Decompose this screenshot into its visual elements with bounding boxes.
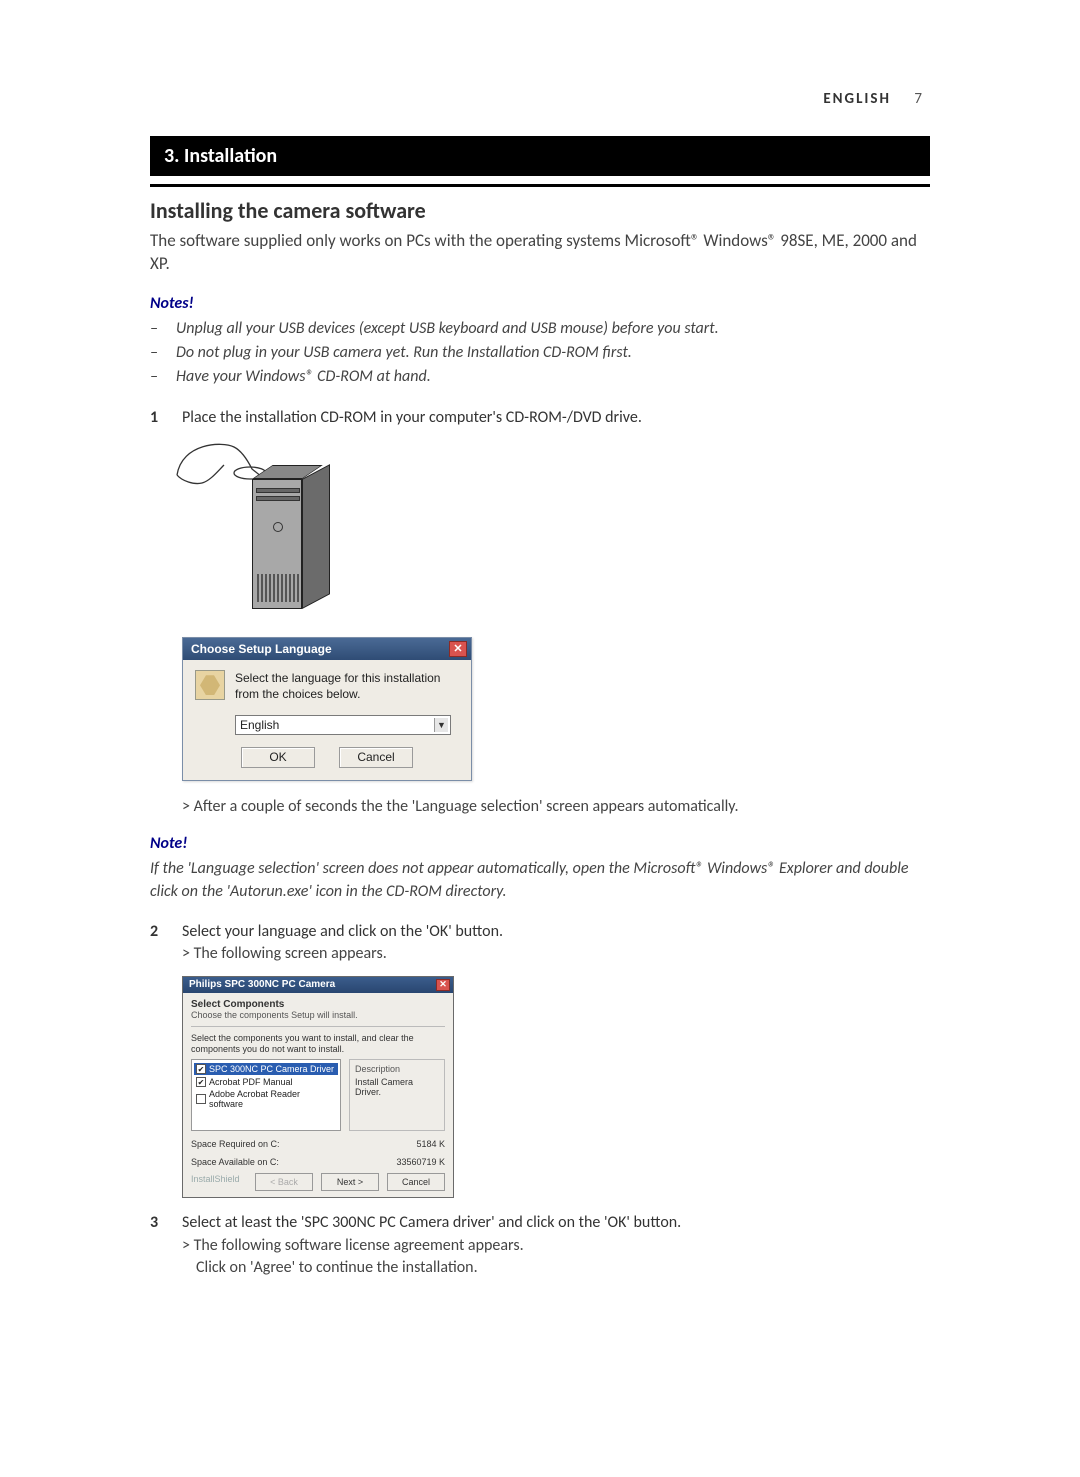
- choose-setup-language-dialog: Choose Setup Language ✕ Select the langu…: [182, 637, 472, 780]
- header-language: ENGLISH: [823, 90, 891, 108]
- space-required-row: Space Required on C: 5184 K: [191, 1139, 445, 1149]
- language-select-value: English: [240, 718, 279, 732]
- installshield-label: InstallShield: [191, 1174, 240, 1184]
- dialog-divider: [191, 1026, 445, 1027]
- close-icon[interactable]: ✕: [449, 641, 467, 657]
- step-1-result: > After a couple of seconds the the 'Lan…: [150, 797, 930, 816]
- step-text: Place the installation CD-ROM in your co…: [182, 407, 930, 429]
- page-header: ENGLISH 7: [150, 90, 930, 108]
- dialog-subtitle: Select Components: [191, 999, 445, 1010]
- section-title-bar: 3. Installation: [150, 136, 930, 176]
- figure-pc-tower: Choose Setup Language ✕ Select the langu…: [182, 439, 930, 780]
- dialog-title: Philips SPC 300NC PC Camera: [189, 979, 335, 990]
- description-label: Description: [355, 1064, 439, 1074]
- component-label: Acrobat PDF Manual: [209, 1077, 293, 1087]
- component-label: SPC 300NC PC Camera Driver: [209, 1064, 334, 1074]
- cancel-button[interactable]: Cancel: [339, 747, 413, 768]
- dialog-titlebar: Philips SPC 300NC PC Camera ✕: [183, 977, 453, 993]
- component-item[interactable]: ✔ SPC 300NC PC Camera Driver: [194, 1063, 338, 1075]
- note-heading: Note!: [150, 834, 930, 853]
- installer-globe-icon: [195, 670, 225, 700]
- dialog-message: Select the language for this installatio…: [235, 670, 459, 702]
- step-number: 2: [150, 922, 182, 941]
- step-text: Select your language and click on the 'O…: [182, 921, 930, 943]
- intro-paragraph: The software supplied only works on PCs …: [150, 230, 930, 276]
- checkbox-icon[interactable]: ✔: [196, 1064, 206, 1074]
- step-1: 1 Place the installation CD-ROM in your …: [150, 407, 930, 429]
- notes-heading: Notes!: [150, 294, 930, 313]
- note-text: If the 'Language selection' screen does …: [150, 857, 930, 903]
- dialog-subtitle-caption: Choose the components Setup will install…: [191, 1010, 445, 1020]
- component-item[interactable]: ✔ Acrobat PDF Manual: [196, 1077, 336, 1087]
- next-button[interactable]: Next >: [321, 1173, 379, 1191]
- step-2-result: > The following screen appears.: [182, 943, 930, 965]
- language-select[interactable]: English ▼: [235, 715, 451, 735]
- close-icon[interactable]: ✕: [436, 979, 450, 991]
- description-box: Description Install Camera Driver.: [349, 1059, 445, 1131]
- chevron-down-icon: ▼: [434, 718, 448, 732]
- dialog-instruction: Select the components you want to instal…: [191, 1033, 445, 1055]
- notes-list: –Unplug all your USB devices (except USB…: [150, 317, 930, 389]
- component-label: Adobe Acrobat Reader software: [209, 1089, 336, 1109]
- header-page-number: 7: [914, 90, 924, 108]
- note-item: –Have your Windows® CD-ROM at hand.: [150, 365, 930, 389]
- step-number: 3: [150, 1213, 182, 1232]
- note-item: –Do not plug in your USB camera yet. Run…: [150, 341, 930, 365]
- step-text: Select at least the 'SPC 300NC PC Camera…: [182, 1212, 930, 1234]
- select-components-dialog: Philips SPC 300NC PC Camera ✕ Select Com…: [182, 976, 454, 1199]
- back-button: < Back: [255, 1173, 313, 1191]
- step-number: 1: [150, 408, 182, 427]
- ok-button[interactable]: OK: [241, 747, 315, 768]
- component-item[interactable]: Adobe Acrobat Reader software: [196, 1089, 336, 1109]
- note-item: –Unplug all your USB devices (except USB…: [150, 317, 930, 341]
- section-rule: [150, 184, 930, 187]
- step-3: 3 Select at least the 'SPC 300NC PC Came…: [150, 1212, 930, 1279]
- section-subheading: Installing the camera software: [150, 197, 930, 224]
- step-3-result-1: > The following software license agreeme…: [182, 1235, 930, 1257]
- checkbox-icon[interactable]: [196, 1094, 206, 1104]
- components-list[interactable]: ✔ SPC 300NC PC Camera Driver ✔ Acrobat P…: [191, 1059, 341, 1131]
- description-text: Install Camera Driver.: [355, 1077, 439, 1097]
- step-3-result-2: Click on 'Agree' to continue the install…: [182, 1257, 930, 1279]
- checkbox-icon[interactable]: ✔: [196, 1077, 206, 1087]
- dialog-title: Choose Setup Language: [191, 642, 332, 656]
- space-available-row: Space Available on C: 33560719 K: [191, 1157, 445, 1167]
- step-2: 2 Select your language and click on the …: [150, 921, 930, 966]
- note-block: Note! If the 'Language selection' screen…: [150, 834, 930, 903]
- dialog-titlebar: Choose Setup Language ✕: [183, 638, 471, 660]
- cancel-button[interactable]: Cancel: [387, 1173, 445, 1191]
